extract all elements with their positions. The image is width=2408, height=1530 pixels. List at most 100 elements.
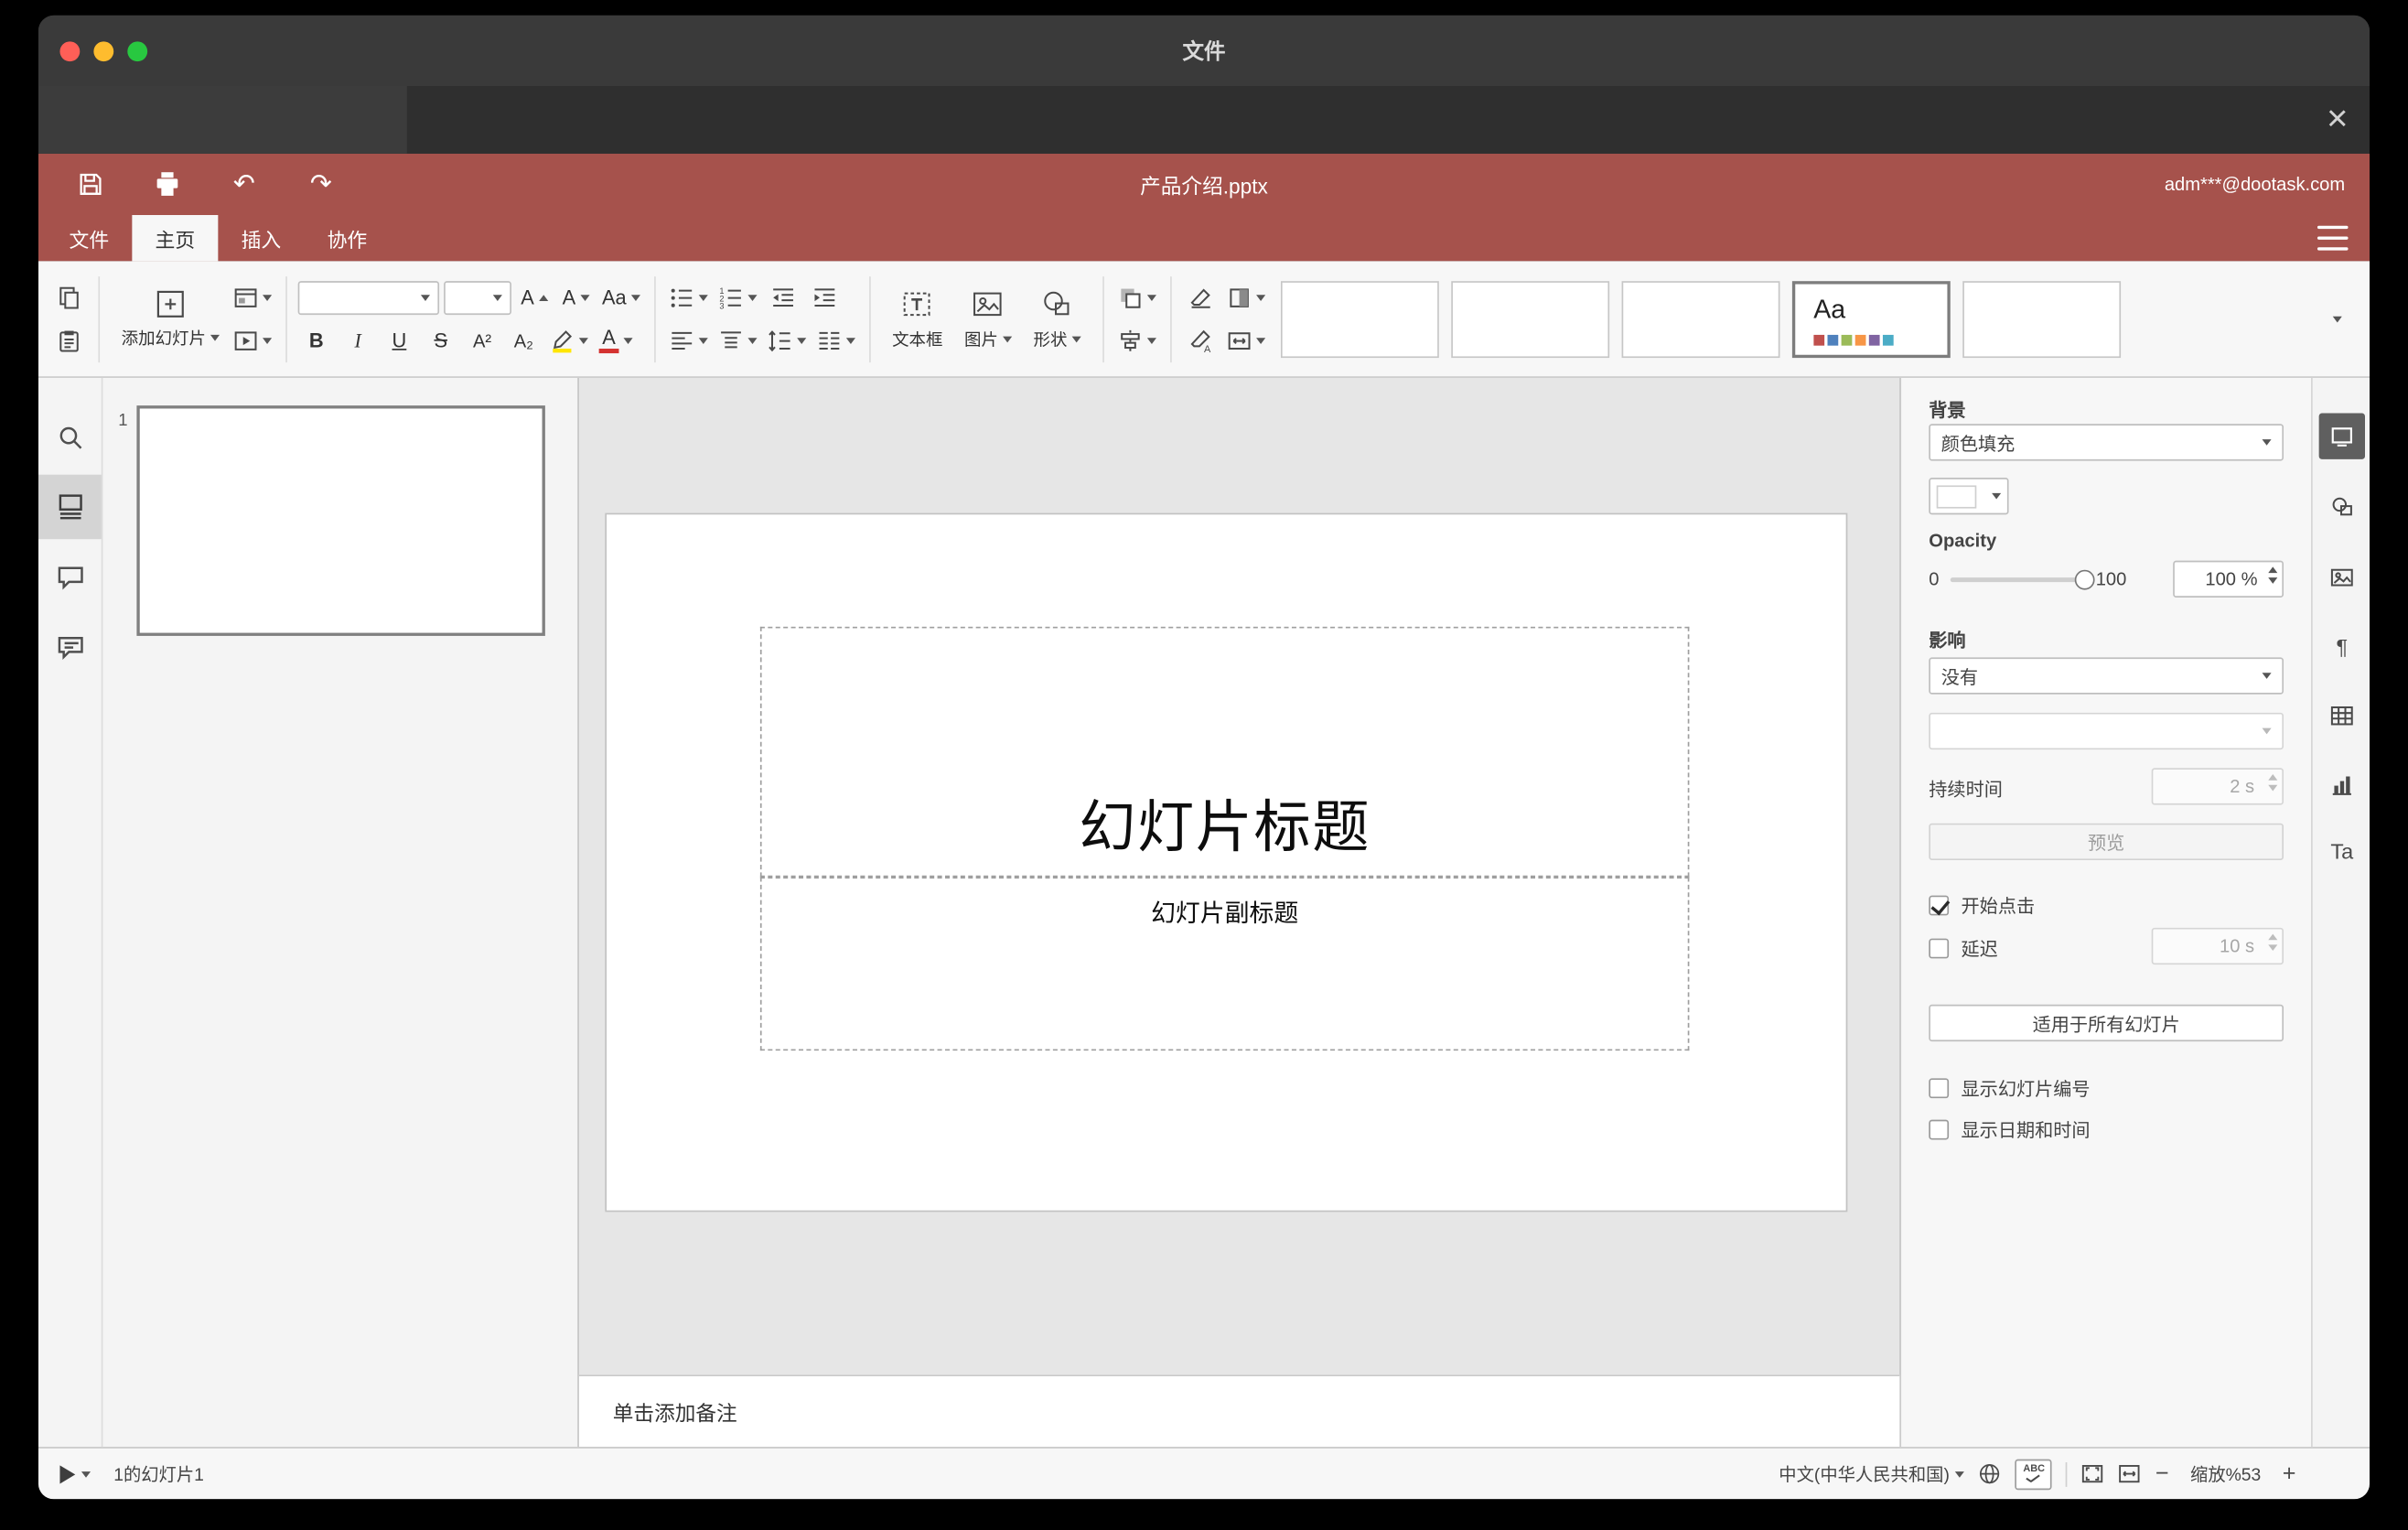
add-slide-button[interactable]: 添加幻灯片 bbox=[111, 285, 231, 352]
opacity-input[interactable]: 100 % bbox=[2173, 560, 2284, 598]
bullet-list-button[interactable] bbox=[666, 279, 711, 316]
fit-to-slide-button[interactable] bbox=[2081, 1462, 2104, 1485]
tab-home[interactable]: 主页 bbox=[132, 214, 219, 262]
menu-icon[interactable] bbox=[2317, 225, 2349, 251]
checkbox-icon[interactable] bbox=[1929, 938, 1950, 959]
document-language-button[interactable] bbox=[1979, 1462, 2002, 1485]
start-on-click-checkbox-row[interactable]: 开始点击 bbox=[1929, 892, 2035, 919]
theme-item-selected[interactable]: Aa bbox=[1791, 280, 1951, 358]
account-email: adm***@dootask.com bbox=[2164, 173, 2346, 196]
decrease-indent-button[interactable] bbox=[765, 279, 801, 316]
sidebar-item-search[interactable] bbox=[38, 405, 102, 469]
italic-button[interactable]: I bbox=[339, 322, 376, 359]
theme-gallery-expand-button[interactable] bbox=[2317, 275, 2358, 361]
chevron-down-icon bbox=[1955, 1471, 1965, 1477]
panel-tab-textart-settings[interactable]: Ta bbox=[2319, 828, 2365, 874]
insert-textbox-button[interactable]: 文本框 bbox=[881, 284, 953, 354]
undo-icon[interactable]: ↶ bbox=[229, 169, 260, 200]
vertical-align-icon bbox=[720, 330, 741, 348]
superscript-button[interactable]: A² bbox=[464, 322, 500, 359]
tab-collaboration[interactable]: 协作 bbox=[304, 215, 390, 261]
checkbox-icon[interactable] bbox=[1929, 1078, 1950, 1099]
spellcheck-button[interactable]: ABC bbox=[2016, 1458, 2053, 1490]
show-date-time-checkbox-row[interactable]: 显示日期和时间 bbox=[1929, 1116, 2091, 1143]
bold-button[interactable]: B bbox=[298, 322, 335, 359]
font-name-select[interactable] bbox=[297, 280, 440, 315]
print-icon[interactable] bbox=[152, 169, 183, 200]
insert-shape-button[interactable]: 形状 bbox=[1023, 284, 1092, 354]
strikeout-button[interactable]: S bbox=[423, 322, 459, 359]
decrease-font-button[interactable]: A bbox=[557, 279, 594, 316]
align-objects-button[interactable] bbox=[1114, 322, 1159, 359]
bullet-list-icon bbox=[671, 287, 693, 307]
theme-item[interactable] bbox=[1451, 280, 1609, 358]
checkbox-checked-icon[interactable] bbox=[1929, 895, 1950, 916]
font-color-button[interactable]: A bbox=[596, 322, 636, 359]
zoom-in-button[interactable]: + bbox=[2283, 1462, 2296, 1485]
slide[interactable]: 幻灯片标题 幻灯片副标题 bbox=[607, 514, 1846, 1211]
delay-checkbox-row[interactable]: 延迟 bbox=[1929, 935, 1998, 962]
select-tool-button[interactable] bbox=[1182, 279, 1219, 316]
fit-to-width-button[interactable] bbox=[2119, 1462, 2142, 1485]
redo-icon[interactable]: ↷ bbox=[306, 169, 337, 200]
sidebar-item-chat[interactable] bbox=[38, 614, 102, 679]
panel-tab-image-settings[interactable] bbox=[2319, 555, 2365, 600]
slide-layout-button[interactable] bbox=[231, 279, 275, 316]
theme-item[interactable] bbox=[1962, 280, 2121, 358]
subscript-button[interactable]: A₂ bbox=[505, 322, 542, 359]
clear-style-button[interactable]: A bbox=[1182, 322, 1219, 359]
opacity-slider[interactable] bbox=[1950, 559, 2095, 599]
shape-fill-button[interactable] bbox=[1224, 279, 1269, 316]
highlight-color-button[interactable] bbox=[547, 322, 592, 359]
status-bar: 1的幻灯片1 中文(中华人民共和国) ABC − 缩放%53 + bbox=[38, 1447, 2370, 1500]
background-color-select[interactable] bbox=[1929, 478, 2009, 515]
show-slide-number-checkbox-row[interactable]: 显示幻灯片编号 bbox=[1929, 1075, 2091, 1102]
notes-area[interactable]: 单击添加备注 bbox=[578, 1374, 1900, 1448]
save-icon[interactable] bbox=[75, 169, 106, 200]
insert-image-button[interactable]: 图片 bbox=[953, 284, 1023, 354]
theme-item[interactable] bbox=[1621, 280, 1780, 358]
tab-file[interactable]: 文件 bbox=[46, 215, 132, 261]
language-selector[interactable]: 中文(中华人民共和国) bbox=[1779, 1461, 1965, 1486]
panel-tab-paragraph-settings[interactable]: ¶ bbox=[2319, 623, 2365, 669]
spinner-arrows[interactable] bbox=[2268, 566, 2278, 584]
panel-tab-shape-settings[interactable] bbox=[2319, 484, 2365, 530]
sidebar-item-slides[interactable] bbox=[38, 474, 102, 540]
opacity-slider-knob[interactable] bbox=[2074, 569, 2095, 590]
effect-select[interactable]: 没有 bbox=[1929, 657, 2284, 695]
columns-button[interactable] bbox=[813, 322, 858, 359]
checkbox-icon[interactable] bbox=[1929, 1119, 1950, 1140]
apply-to-all-slides-button[interactable]: 适用于所有幻灯片 bbox=[1929, 1004, 2284, 1042]
maximize-traffic-light[interactable] bbox=[127, 40, 148, 61]
horizontal-align-button[interactable] bbox=[666, 322, 711, 359]
tab-insert[interactable]: 插入 bbox=[218, 215, 304, 261]
vertical-align-button[interactable] bbox=[715, 322, 760, 359]
start-slideshow-button[interactable] bbox=[231, 322, 275, 359]
slide-thumbnail[interactable] bbox=[136, 405, 545, 636]
change-case-button[interactable]: Aa bbox=[599, 279, 644, 316]
sidebar-item-comments[interactable] bbox=[38, 545, 102, 610]
close-traffic-light[interactable] bbox=[59, 40, 81, 61]
panel-tab-chart-settings[interactable] bbox=[2319, 762, 2365, 808]
minimize-traffic-light[interactable] bbox=[93, 40, 114, 61]
start-slideshow-status-button[interactable] bbox=[59, 1464, 91, 1483]
title-placeholder[interactable]: 幻灯片标题 bbox=[759, 626, 1690, 878]
numbered-list-button[interactable]: 123 bbox=[715, 279, 760, 316]
zoom-out-button[interactable]: − bbox=[2155, 1462, 2169, 1485]
subtitle-placeholder[interactable]: 幻灯片副标题 bbox=[759, 877, 1690, 1051]
theme-item[interactable] bbox=[1280, 280, 1439, 358]
font-size-select[interactable] bbox=[444, 280, 511, 315]
slide-size-button[interactable] bbox=[1224, 322, 1269, 359]
underline-button[interactable]: U bbox=[381, 322, 417, 359]
background-fill-select[interactable]: 颜色填充 bbox=[1929, 424, 2284, 461]
line-spacing-button[interactable] bbox=[765, 322, 810, 359]
ribbon-tabs: 文件 主页 插入 协作 bbox=[38, 214, 2370, 262]
increase-indent-button[interactable] bbox=[806, 279, 843, 316]
copy-icon[interactable] bbox=[50, 279, 87, 316]
panel-tab-slide-settings[interactable] bbox=[2318, 413, 2365, 459]
paste-icon[interactable] bbox=[50, 322, 87, 359]
close-icon[interactable]: × bbox=[2327, 101, 2349, 138]
increase-font-button[interactable]: A bbox=[516, 279, 553, 316]
panel-tab-table-settings[interactable] bbox=[2319, 693, 2365, 738]
arrange-shapes-button[interactable] bbox=[1114, 279, 1159, 316]
